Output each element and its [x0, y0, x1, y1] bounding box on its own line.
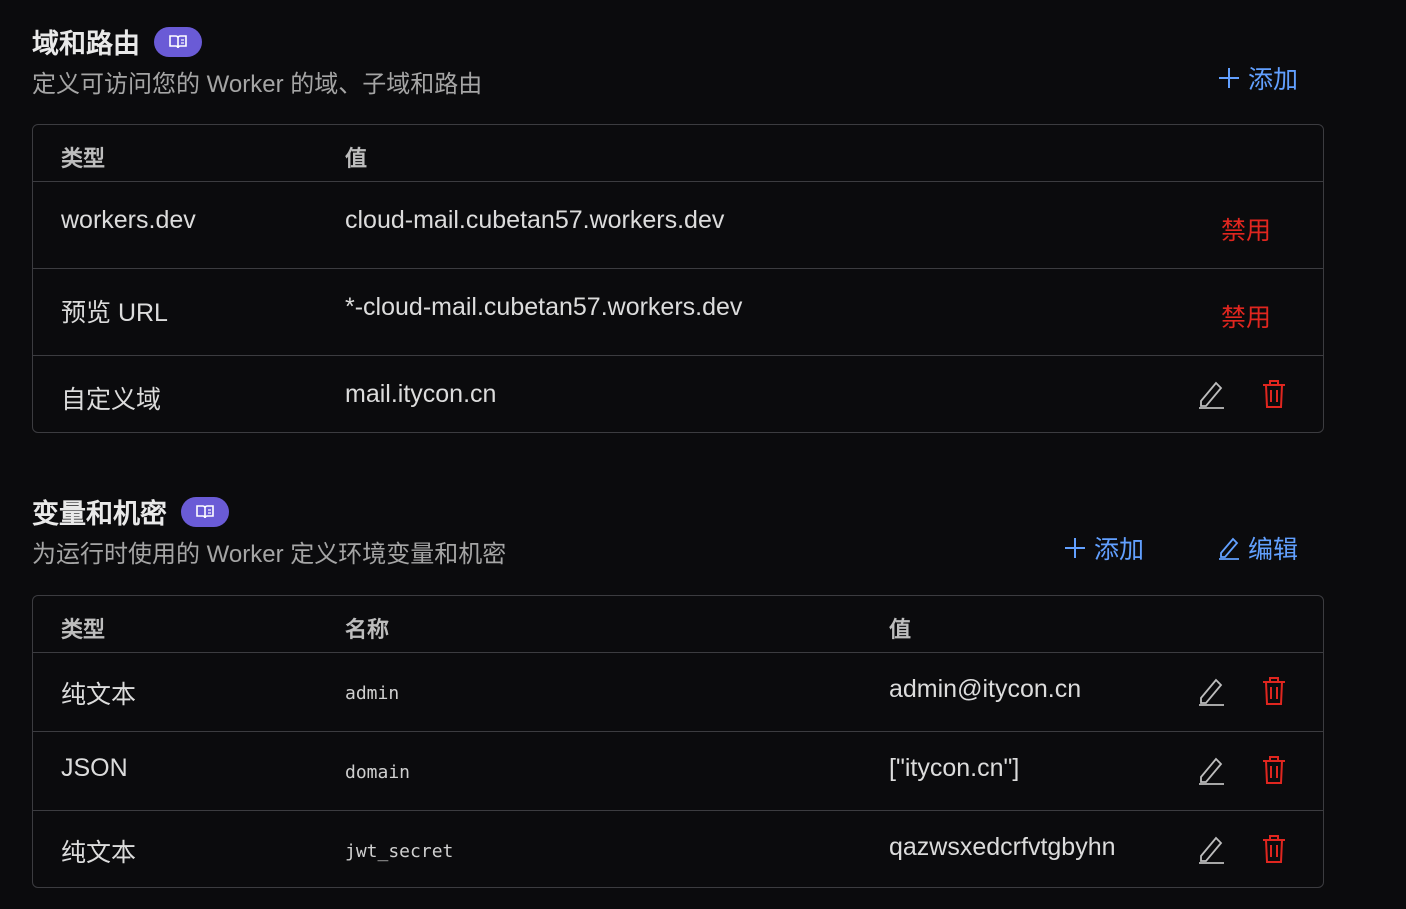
- row-value: mail.itycon.cn: [345, 380, 497, 408]
- pencil-icon: [1199, 836, 1224, 864]
- domains-table-header: 类型 值: [33, 125, 1323, 182]
- book-icon[interactable]: [154, 26, 202, 57]
- disable-button[interactable]: 禁用: [1221, 298, 1271, 334]
- table-row: 纯文本 admin admin@itycon.cn: [33, 653, 1323, 732]
- header-value: 值: [345, 146, 368, 171]
- add-domain-button[interactable]: 添加: [1218, 60, 1298, 96]
- edit-button[interactable]: [1196, 833, 1226, 865]
- row-type: 纯文本: [61, 839, 137, 867]
- plus-icon: [1219, 68, 1239, 88]
- edit-button[interactable]: [1196, 378, 1226, 410]
- row-type: workers.dev: [61, 206, 196, 234]
- header-type: 类型: [61, 146, 106, 171]
- variables-description: 为运行时使用的 Worker 定义环境变量和机密: [32, 541, 507, 568]
- domains-description: 定义可访问您的 Worker 的域、子域和路由: [32, 71, 483, 98]
- add-variable-button[interactable]: 添加: [1064, 530, 1144, 566]
- row-name: jwt_secret: [345, 841, 454, 862]
- variables-table: 类型 名称 值 纯文本 admin admin@itycon.cn JSON d…: [32, 595, 1324, 888]
- delete-button[interactable]: [1259, 754, 1289, 786]
- pencil-icon: [1199, 381, 1224, 409]
- table-row: 纯文本 jwt_secret qazwsxedcrfvtgbyhn: [33, 811, 1323, 887]
- header-type: 类型: [61, 617, 106, 642]
- trash-icon: [1263, 380, 1285, 408]
- plus-icon: [1065, 538, 1085, 558]
- table-row: 预览 URL *-cloud-mail.cubetan57.workers.de…: [33, 269, 1323, 356]
- table-row: JSON domain ["itycon.cn"]: [33, 732, 1323, 811]
- variables-table-header: 类型 名称 值: [33, 596, 1323, 653]
- disable-button[interactable]: 禁用: [1221, 211, 1271, 247]
- row-value: ["itycon.cn"]: [889, 754, 1020, 782]
- edit-variables-button[interactable]: 编辑: [1218, 530, 1298, 566]
- trash-icon: [1263, 756, 1285, 784]
- domains-title: 域和路由: [32, 22, 202, 61]
- header-name: 名称: [345, 617, 390, 642]
- table-row: 自定义域 mail.itycon.cn: [33, 356, 1323, 432]
- delete-button[interactable]: [1259, 378, 1289, 410]
- variables-title: 变量和机密: [32, 492, 229, 531]
- row-type: 预览 URL: [61, 299, 168, 327]
- domains-section: 域和路由 定义可访问您的 Worker 的域、子域和路由 添加 类型 值 wor…: [32, 22, 1326, 442]
- trash-icon: [1263, 677, 1285, 705]
- row-value: admin@itycon.cn: [889, 675, 1082, 703]
- row-name: domain: [345, 762, 411, 783]
- pencil-icon: [1199, 757, 1224, 785]
- row-type: 自定义域: [61, 386, 162, 414]
- row-value: *-cloud-mail.cubetan57.workers.dev: [345, 293, 743, 321]
- row-value: cloud-mail.cubetan57.workers.dev: [345, 206, 725, 234]
- edit-button[interactable]: [1196, 675, 1226, 707]
- domains-table: 类型 值 workers.dev cloud-mail.cubetan57.wo…: [32, 124, 1324, 433]
- row-value: qazwsxedcrfvtgbyhn: [889, 833, 1116, 861]
- variables-section: 变量和机密 为运行时使用的 Worker 定义环境变量和机密 添加 编辑 类型 …: [32, 492, 1326, 892]
- table-row: workers.dev cloud-mail.cubetan57.workers…: [33, 182, 1323, 269]
- edit-button[interactable]: [1196, 754, 1226, 786]
- pencil-icon: [1219, 537, 1239, 560]
- header-value: 值: [889, 617, 912, 642]
- trash-icon: [1263, 835, 1285, 863]
- row-type: JSON: [61, 754, 128, 782]
- pencil-icon: [1199, 678, 1224, 706]
- row-type: 纯文本: [61, 681, 137, 709]
- delete-button[interactable]: [1259, 675, 1289, 707]
- book-icon[interactable]: [181, 496, 229, 527]
- delete-button[interactable]: [1259, 833, 1289, 865]
- row-name: admin: [345, 683, 400, 704]
